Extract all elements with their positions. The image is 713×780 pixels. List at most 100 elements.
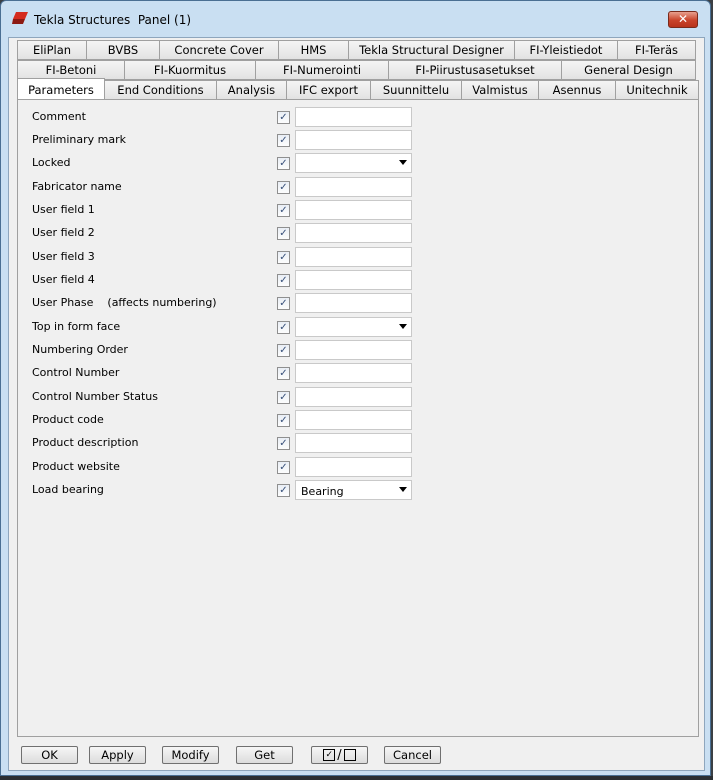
tab-general-design[interactable]: General Design <box>562 60 696 80</box>
field-label: Preliminary mark <box>32 133 126 146</box>
numbering-order-input[interactable] <box>295 340 412 360</box>
product-website-input[interactable] <box>295 457 412 477</box>
tab-bvbs[interactable]: BVBS <box>87 40 160 60</box>
tab-concrete-cover[interactable]: Concrete Cover <box>160 40 279 60</box>
user-field-1-input[interactable] <box>295 200 412 220</box>
field-row-load-bearing: Load bearing ✓ Bearing <box>18 480 698 500</box>
load-bearing-select[interactable]: Bearing <box>295 480 412 500</box>
tab-tekla-structural-designer[interactable]: Tekla Structural Designer <box>349 40 515 60</box>
tab-eliplan[interactable]: EliPlan <box>17 40 87 60</box>
field-row-user-field-1: User field 1 ✓ <box>18 200 698 220</box>
enable-checkbox[interactable]: ✓ <box>277 414 290 427</box>
tab-analysis[interactable]: Analysis <box>217 80 287 100</box>
enable-checkbox[interactable]: ✓ <box>277 134 290 147</box>
field-row-user-field-4: User field 4 ✓ <box>18 270 698 290</box>
top-in-form-face-select[interactable] <box>295 317 412 337</box>
field-label: User field 4 <box>32 273 95 286</box>
control-number-input[interactable] <box>295 363 412 383</box>
field-row-numbering-order: Numbering Order ✓ <box>18 340 698 360</box>
tab-valmistus[interactable]: Valmistus <box>462 80 539 100</box>
user-phase-input[interactable] <box>295 293 412 313</box>
close-icon: ✕ <box>677 12 689 26</box>
fabricator-name-input[interactable] <box>295 177 412 197</box>
enable-checkbox[interactable]: ✓ <box>277 461 290 474</box>
parameters-panel: Comment ✓ Preliminary mark ✓ Locked ✓ Fa… <box>17 99 699 737</box>
enable-checkbox[interactable]: ✓ <box>277 344 290 357</box>
select-value: Bearing <box>301 485 344 498</box>
locked-select[interactable] <box>295 153 412 173</box>
field-row-product-description: Product description ✓ <box>18 433 698 453</box>
enable-checkbox[interactable]: ✓ <box>277 437 290 450</box>
field-label: User field 1 <box>32 203 95 216</box>
enable-checkbox[interactable]: ✓ <box>277 391 290 404</box>
tab-row-3: Parameters End Conditions Analysis IFC e… <box>17 78 699 100</box>
user-field-3-input[interactable] <box>295 247 412 267</box>
title-bar[interactable]: Tekla Structures Panel (1) ✕ <box>1 1 710 37</box>
tab-fi-piirustusasetukset[interactable]: FI-Piirustusasetukset <box>389 60 562 80</box>
enable-checkbox[interactable]: ✓ <box>277 111 290 124</box>
get-button[interactable]: Get <box>236 746 293 764</box>
field-label: Product code <box>32 413 104 426</box>
field-row-product-website: Product website ✓ <box>18 457 698 477</box>
tab-parameters[interactable]: Parameters <box>17 78 105 100</box>
tab-fi-betoni[interactable]: FI-Betoni <box>17 60 125 80</box>
product-description-input[interactable] <box>295 433 412 453</box>
enable-checkbox[interactable]: ✓ <box>277 484 290 497</box>
enable-checkbox[interactable]: ✓ <box>277 204 290 217</box>
enable-checkbox[interactable]: ✓ <box>277 367 290 380</box>
dropdown-arrow-icon <box>399 324 407 329</box>
toggle-all-checkboxes-button[interactable]: ✓ / <box>311 746 368 764</box>
tab-end-conditions[interactable]: End Conditions <box>105 80 217 100</box>
field-row-top-in-form-face: Top in form face ✓ <box>18 317 698 337</box>
field-row-user-field-2: User field 2 ✓ <box>18 223 698 243</box>
cancel-button[interactable]: Cancel <box>384 746 441 764</box>
field-label: Fabricator name <box>32 180 122 193</box>
field-label: Control Number <box>32 366 120 379</box>
enable-checkbox[interactable]: ✓ <box>277 297 290 310</box>
field-row-preliminary-mark: Preliminary mark ✓ <box>18 130 698 150</box>
ok-button[interactable]: OK <box>21 746 78 764</box>
tab-asennus[interactable]: Asennus <box>539 80 616 100</box>
tab-fi-numerointi[interactable]: FI-Numerointi <box>256 60 389 80</box>
tekla-app-icon <box>12 12 28 24</box>
preliminary-mark-input[interactable] <box>295 130 412 150</box>
dropdown-arrow-icon <box>399 487 407 492</box>
field-label: Comment <box>32 110 86 123</box>
product-code-input[interactable] <box>295 410 412 430</box>
apply-button[interactable]: Apply <box>89 746 146 764</box>
field-label: Control Number Status <box>32 390 158 403</box>
dialog-client-area: EliPlan BVBS Concrete Cover HMS Tekla St… <box>8 37 705 771</box>
field-label: Top in form face <box>32 320 121 333</box>
slash-separator: / <box>337 747 342 763</box>
field-row-control-number-status: Control Number Status ✓ <box>18 387 698 407</box>
tab-ifc-export[interactable]: IFC export <box>287 80 371 100</box>
enable-checkbox[interactable]: ✓ <box>277 181 290 194</box>
enable-checkbox[interactable]: ✓ <box>277 321 290 334</box>
close-button[interactable]: ✕ <box>668 11 698 28</box>
field-row-control-number: Control Number ✓ <box>18 363 698 383</box>
enable-checkbox[interactable]: ✓ <box>277 274 290 287</box>
tab-row-2: FI-Betoni FI-Kuormitus FI-Numerointi FI-… <box>17 60 696 80</box>
enable-checkbox[interactable]: ✓ <box>277 251 290 264</box>
tab-fi-kuormitus[interactable]: FI-Kuormitus <box>125 60 256 80</box>
tab-hms[interactable]: HMS <box>279 40 349 60</box>
tab-unitechnik[interactable]: Unitechnik <box>616 80 699 100</box>
enable-checkbox[interactable]: ✓ <box>277 227 290 240</box>
field-row-user-field-3: User field 3 ✓ <box>18 247 698 267</box>
dropdown-arrow-icon <box>399 160 407 165</box>
tab-suunnittelu[interactable]: Suunnittelu <box>371 80 462 100</box>
field-row-fabricator-name: Fabricator name ✓ <box>18 177 698 197</box>
user-field-2-input[interactable] <box>295 223 412 243</box>
control-number-status-input[interactable] <box>295 387 412 407</box>
window-title: Tekla Structures Panel (1) <box>34 13 192 27</box>
tab-fi-teras[interactable]: FI-Teräs <box>618 40 696 60</box>
tab-fi-yleistiedot[interactable]: FI-Yleistiedot <box>515 40 618 60</box>
comment-input[interactable] <box>295 107 412 127</box>
field-label: Product description <box>32 436 139 449</box>
field-label: User field 2 <box>32 226 95 239</box>
field-label: User Phase (affects numbering) <box>32 296 217 309</box>
enable-checkbox[interactable]: ✓ <box>277 157 290 170</box>
user-field-4-input[interactable] <box>295 270 412 290</box>
background-strip <box>0 776 713 780</box>
modify-button[interactable]: Modify <box>162 746 219 764</box>
